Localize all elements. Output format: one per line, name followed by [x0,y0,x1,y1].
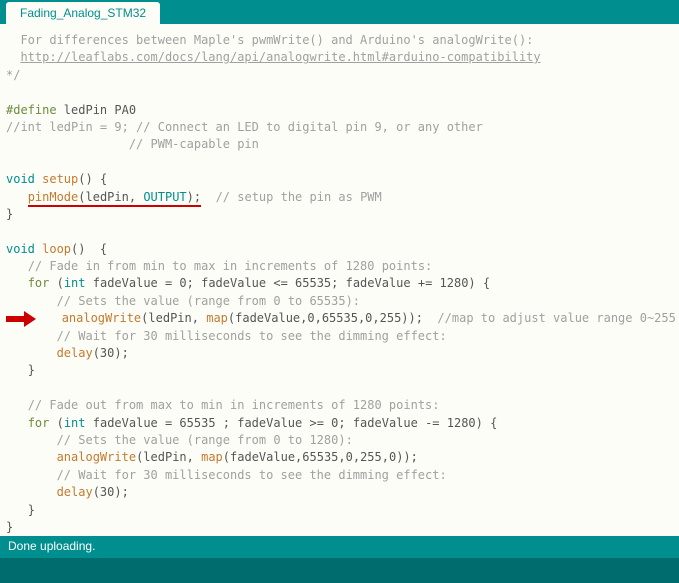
for-keyword: for [28,276,50,290]
code-comment: // Wait for 30 milliseconds to see the d… [57,468,447,482]
status-message: Done uploading. [8,539,95,553]
code-text: fadeValue = 0; fadeValue <= 65535; fadeV… [86,276,491,290]
code-comment: // Fade out from max to min in increment… [28,398,440,412]
code-comment: // Fade in from min to max in increments… [28,259,433,273]
code-text: } [6,207,13,221]
code-comment: // setup the pin as PWM [201,190,382,204]
status-bar: Done uploading. [0,536,679,558]
code-text: (fadeValue,65535,0,255,0)); [223,450,418,464]
code-text: fadeValue = 65535 ; fadeValue >= 0; fade… [86,416,498,430]
define-keyword: #define [6,103,57,117]
code-text: () { [78,172,107,186]
code-comment: // PWM-capable pin [6,137,259,151]
arrow-right-icon [6,313,38,325]
map-fn: map [201,450,223,464]
for-keyword: for [28,416,50,430]
tab-file[interactable]: Fading_Analog_STM32 [6,2,160,24]
code-text: () { [71,242,107,256]
code-comment: // Sets the value (range from 0 to 65535… [57,294,360,308]
loop-fn: loop [35,242,71,256]
setup-fn: setup [35,172,78,186]
code-comment: // Wait for 30 milliseconds to see the d… [57,329,447,343]
analogwrite-fn: analogWrite [57,450,136,464]
code-comment: */ [6,68,20,82]
code-editor[interactable]: For differences between Maple's pwmWrite… [0,24,679,536]
code-comment: //map to adjust value range 0~255 [423,311,676,325]
code-text: ledPin PA0 [57,103,136,117]
code-text: } [28,363,35,377]
code-comment: // Sets the value (range from 0 to 1280)… [57,433,353,447]
tab-bar: Fading_Analog_STM32 [0,0,679,24]
void-keyword: void [6,242,35,256]
map-fn: map [206,311,228,325]
int-keyword: int [64,276,86,290]
code-text: } [6,520,13,534]
int-keyword: int [64,416,86,430]
code-text: } [28,503,35,517]
delay-fn: delay [57,346,93,360]
delay-fn: delay [57,485,93,499]
void-keyword: void [6,172,35,186]
console-area [0,558,679,583]
code-text: (30); [93,485,129,499]
code-comment: //int ledPin = 9; // Connect an LED to d… [6,120,483,134]
code-link[interactable]: http://leaflabs.com/docs/lang/api/analog… [20,50,540,64]
code-text: (30); [93,346,129,360]
code-text: (fadeValue,0,65535,0,255)); [228,311,423,325]
analogwrite-fn: analogWrite [62,311,141,325]
highlighted-pinmode: pinMode(ledPin, OUTPUT); [28,190,201,207]
code-comment: For differences between Maple's pwmWrite… [6,33,533,47]
